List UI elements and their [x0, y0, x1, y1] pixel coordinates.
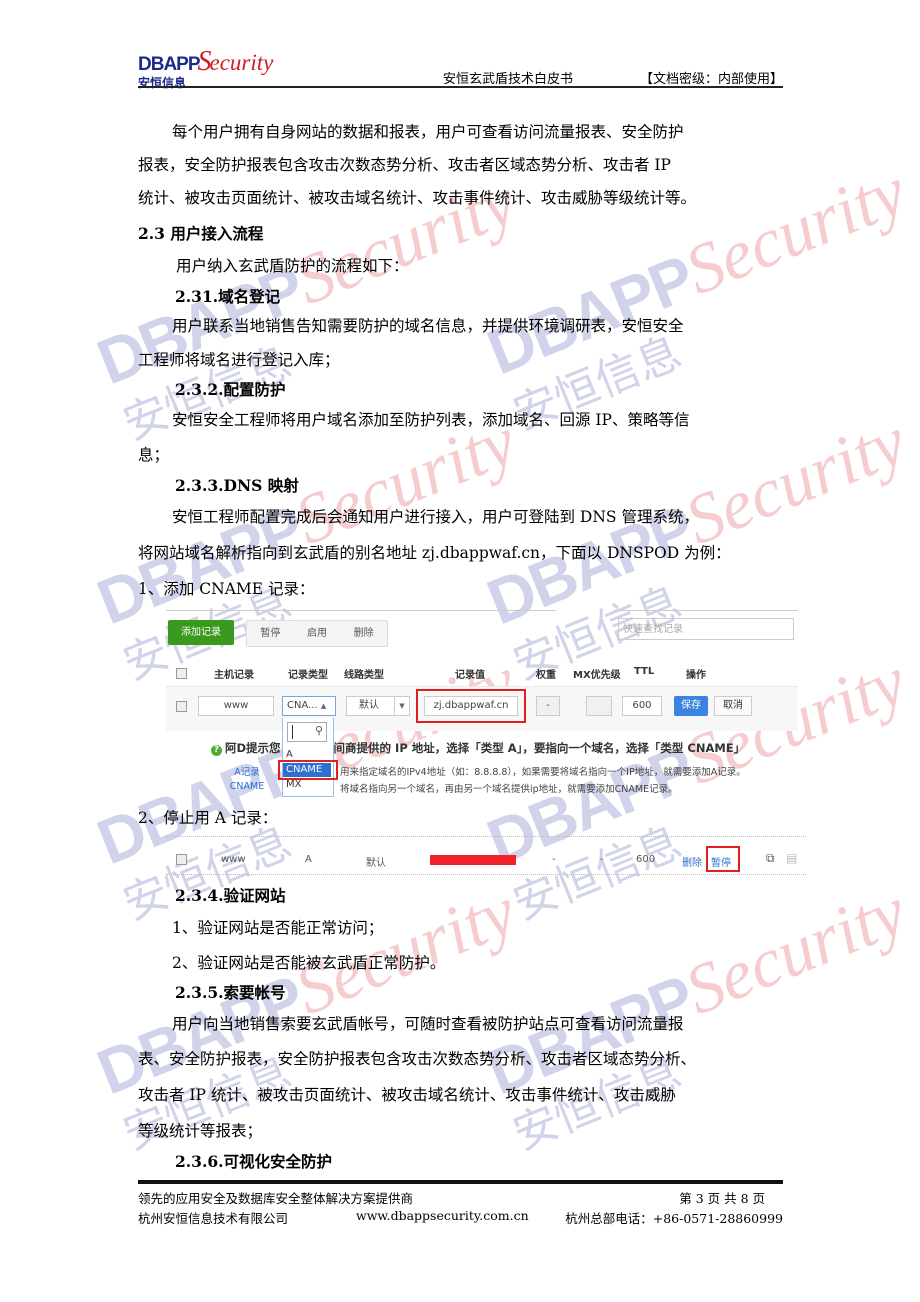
doc-title: 安恒玄武盾技术白皮书 [443, 72, 574, 87]
list-item: 1、验证网站是否能正常访问； [172, 919, 384, 937]
save-button[interactable]: 保存 [674, 696, 708, 716]
paragraph: 用户联系当地销售告知需要防护的域名信息，并提供环境调研表，安恒安全 [172, 317, 684, 335]
subsection-heading: 2.3.5.索要帐号 [175, 983, 286, 1002]
page-header: DBAPPSecurity 安恒信息 安恒玄武盾技术白皮书 【文档密级：内部使用… [138, 38, 783, 90]
weight-input[interactable]: - [536, 696, 560, 716]
paragraph: 工程师将域名进行登记入库； [138, 351, 340, 369]
type-cell: A [305, 854, 312, 865]
select-all-checkbox[interactable] [176, 668, 187, 679]
redacted-value [430, 855, 516, 865]
column-header: 权重 [536, 670, 556, 681]
copy-icon[interactable]: ⧉ [766, 851, 775, 866]
tip-label-a: A记录 [234, 767, 260, 778]
classification-label: 【文档密级：内部使用】 [639, 72, 783, 87]
paragraph: 表、安全防护报表，安全防护报表包含攻击次数态势分析、攻击者区域态势分析、 [138, 1050, 697, 1068]
row-checkbox[interactable] [176, 701, 187, 712]
paragraph: 统计、被攻击页面统计、被攻击域名统计、攻击事件统计、攻击威胁等级统计等。 [138, 189, 697, 207]
note-icon[interactable]: ▤ [786, 851, 797, 865]
column-header: TTL [634, 666, 655, 677]
subsection-heading: 2.31.域名登记 [175, 287, 281, 306]
line-cell: 默认 [366, 858, 386, 869]
highlight-box [416, 689, 526, 723]
paragraph: 攻击者 IP 统计、被攻击页面统计、被攻击域名统计、攻击事件统计、攻击威胁 [138, 1086, 676, 1104]
search-icon: ⚲ [314, 724, 323, 737]
paragraph: 安恒工程师配置完成后会通知用户进行接入，用户可登陆到 DNS 管理系统， [172, 508, 699, 526]
column-header: MX优先级 [573, 670, 621, 681]
chevron-up-icon: ▲ [320, 702, 327, 710]
footer-company: 杭州安恒信息技术有限公司 [138, 1211, 289, 1226]
row-checkbox[interactable] [176, 854, 187, 865]
record-type-select[interactable]: CNA... ▲ [282, 696, 336, 716]
subsection-heading: 2.3.4.验证网站 [175, 886, 286, 905]
mx-priority-input[interactable] [586, 696, 612, 716]
subsection-heading: 2.3.6.可视化安全防护 [175, 1152, 333, 1171]
host-input[interactable]: www [198, 696, 274, 716]
tip-text: 用来指定域名的IPv4地址（如：8.8.8.8），如果需要将域名指向一个IP地址… [340, 767, 746, 778]
divider [614, 610, 798, 611]
batch-action-group: 暂停 启用 删除 [246, 620, 388, 647]
footer-website[interactable]: www.dbappsecurity.com.cn [356, 1208, 529, 1223]
delete-button[interactable]: 删除 [340, 621, 387, 646]
highlight-box [706, 846, 740, 872]
footer-rule [138, 1180, 783, 1184]
tip-text: 将域名指向另一个域名，再由另一个域名提供ip地址，就需要添加CNAME记录。 [340, 784, 678, 795]
paragraph: 用户向当地销售索要玄武盾帐号，可随时查看被防护站点可查看访问流量报 [172, 1015, 684, 1033]
paragraph: 安恒安全工程师将用户域名添加至防护列表，添加域名、回源 IP、策略等信 [172, 411, 690, 429]
record-type-dropdown: ⚲ A CNAME MX [282, 718, 334, 797]
quick-search-input[interactable]: 快速查找记录 [618, 618, 794, 640]
section-heading: 2.3 用户接入流程 [138, 224, 264, 243]
paragraph: 每个用户拥有自身网站的数据和报表，用户可查看访问流量报表、安全防护 [172, 123, 684, 141]
column-header: 线路类型 [344, 670, 384, 681]
divider [166, 610, 556, 611]
dropdown-option[interactable]: MX [283, 778, 331, 792]
table-header: 主机记录 记录类型 线路类型 记录值 权重 MX优先级 TTL 操作 [166, 666, 798, 682]
host-cell: www [221, 854, 246, 865]
column-header: 操作 [686, 670, 706, 681]
subsection-heading: 2.3.2.配置防护 [175, 380, 286, 399]
line-type-select[interactable]: 默认 ▼ [346, 696, 410, 716]
column-header: 记录值 [455, 670, 485, 681]
tip-label-cname: CNAME [229, 781, 265, 792]
dropdown-search-input[interactable]: ⚲ [287, 722, 327, 742]
chevron-down-icon: ▼ [394, 697, 409, 715]
mx-cell: - [600, 854, 604, 865]
help-icon: ? [211, 745, 222, 756]
divider [166, 836, 806, 837]
column-header: 主机记录 [214, 670, 254, 681]
cancel-button[interactable]: 取消 [714, 696, 752, 716]
ttl-input[interactable]: 600 [622, 696, 662, 716]
step-label: 2、停止用 A 记录： [138, 809, 278, 827]
list-item: 2、验证网站是否能被玄武盾正常防护。 [172, 954, 446, 972]
footer-phone: 杭州总部电话：+86-0571-28860999 [565, 1211, 783, 1226]
paragraph: 息； [138, 446, 170, 464]
footer-tagline: 领先的应用安全及数据库安全整体解决方案提供商 [138, 1191, 414, 1206]
page-number: 第 3 页 共 8 页 [679, 1191, 765, 1206]
paragraph: 用户纳入玄武盾防护的流程如下： [176, 257, 409, 275]
add-record-button[interactable]: 添加记录 [168, 620, 234, 645]
divider [166, 874, 806, 875]
column-header: 记录类型 [288, 670, 328, 681]
paragraph: 将网站域名解析指向到玄武盾的别名地址 zj.dbappwaf.cn，下面以 DN… [138, 544, 731, 562]
highlight-box [278, 760, 338, 780]
paragraph: 等级统计等报表； [138, 1122, 263, 1140]
header-rule [138, 86, 783, 88]
dns-pause-record-screenshot: www A 默认 - - 600 删除 暂停 ⧉ ▤ [166, 836, 806, 876]
ttl-cell: 600 [636, 854, 656, 865]
company-logo: DBAPPSecurity 安恒信息 [138, 46, 274, 90]
enable-button[interactable]: 启用 [294, 621, 341, 646]
pause-button[interactable]: 暂停 [247, 621, 294, 646]
paragraph: 报表，安全防护报表包含攻击次数态势分析、攻击者区域态势分析、攻击者 IP [138, 156, 671, 174]
dns-add-record-screenshot: 添加记录 暂停 启用 删除 快速查找记录 主机记录 记录类型 线路类型 记录值 … [166, 606, 798, 797]
delete-link[interactable]: 删除 [682, 854, 702, 869]
step-label: 1、添加 CNAME 记录： [138, 580, 315, 598]
weight-cell: - [552, 854, 556, 865]
subsection-heading: 2.3.3.DNS 映射 [175, 476, 299, 495]
